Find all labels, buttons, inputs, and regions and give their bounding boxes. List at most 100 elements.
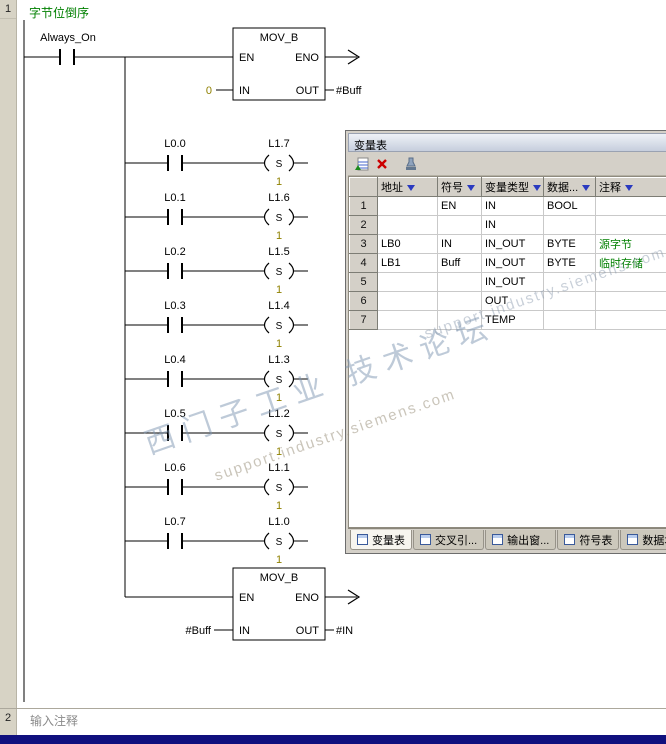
set-coil[interactable]: S [263, 154, 295, 172]
tab-cross-reference[interactable]: 交叉引... [413, 530, 485, 550]
stamp-button[interactable] [401, 154, 420, 173]
cell-symbol[interactable] [437, 215, 482, 235]
coil-op: S [276, 537, 283, 548]
sort-icon [533, 185, 541, 192]
always-on-label: Always_On [40, 32, 96, 44]
no-contact[interactable] [167, 263, 183, 279]
row-number[interactable]: 5 [349, 272, 378, 292]
cell-datatype[interactable]: BOOL [543, 196, 596, 216]
network2-comment-placeholder[interactable]: 输入注释 [30, 712, 78, 729]
cell-symbol[interactable] [437, 272, 482, 292]
variable-table-titlebar[interactable]: 变量表 [348, 133, 666, 152]
no-contact[interactable] [167, 209, 183, 225]
no-contact[interactable] [167, 317, 183, 333]
cell-vartype[interactable]: OUT [481, 291, 544, 311]
insert-row-button[interactable] [352, 154, 371, 173]
no-contact[interactable] [167, 155, 183, 171]
cell-comment[interactable] [595, 215, 666, 235]
always-on-contact[interactable] [59, 49, 75, 65]
cell-address[interactable] [377, 196, 438, 216]
cell-comment[interactable]: 源字节 [595, 234, 666, 254]
cell-address[interactable] [377, 291, 438, 311]
coil-op: S [276, 429, 283, 440]
col-header-datatype[interactable]: 数据... [543, 177, 596, 197]
cell-datatype[interactable]: BYTE [543, 253, 596, 273]
cell-vartype[interactable]: IN [481, 196, 544, 216]
coil-op: S [276, 321, 283, 332]
cell-comment[interactable]: 临时存储 [595, 253, 666, 273]
no-contact[interactable] [167, 425, 183, 441]
cell-vartype[interactable]: IN_OUT [481, 272, 544, 292]
row-number[interactable]: 7 [349, 310, 378, 330]
cell-comment[interactable] [595, 272, 666, 292]
box-title: MOV_B [260, 572, 299, 584]
row-number[interactable]: 2 [349, 215, 378, 235]
tab-variable-table[interactable]: 变量表 [350, 530, 412, 550]
no-contact[interactable] [167, 479, 183, 495]
cell-vartype[interactable]: IN_OUT [481, 253, 544, 273]
mov-bottom-out-operand[interactable]: #IN [336, 625, 353, 637]
table-row: 3 LB0 IN IN_OUT BYTE 源字节 [349, 234, 666, 254]
set-coil[interactable]: S [263, 424, 295, 442]
row-number[interactable]: 3 [349, 234, 378, 254]
cell-address[interactable] [377, 272, 438, 292]
cell-address[interactable] [377, 215, 438, 235]
network1-number: 1 [0, 3, 16, 19]
cell-datatype[interactable] [543, 310, 596, 330]
cell-datatype[interactable] [543, 215, 596, 235]
set-coil[interactable]: S [263, 370, 295, 388]
set-coil[interactable]: S [263, 262, 295, 280]
cell-symbol[interactable] [437, 291, 482, 311]
set-coil[interactable]: S [263, 532, 295, 550]
contact-label: L0.5 [164, 408, 185, 420]
col-header-comment[interactable]: 注释 [595, 177, 666, 197]
rung-branch: L0.7 S L1.0 1 [125, 516, 308, 566]
no-contact[interactable] [167, 533, 183, 549]
rung-branch: L0.0 S L1.7 1 [125, 138, 308, 188]
cell-symbol[interactable]: IN [437, 234, 482, 254]
no-contact[interactable] [167, 371, 183, 387]
mov-bottom-in-operand[interactable]: #Buff [186, 625, 212, 637]
contact-label: L0.2 [164, 246, 185, 258]
mov-top-out-operand[interactable]: #Buff [336, 85, 362, 97]
cell-vartype[interactable]: IN_OUT [481, 234, 544, 254]
cell-address[interactable]: LB1 [377, 253, 438, 273]
bottom-bar [0, 735, 666, 744]
mov-top-in-operand[interactable]: 0 [206, 85, 212, 97]
set-coil[interactable]: S [263, 208, 295, 226]
cell-datatype[interactable]: BYTE [543, 234, 596, 254]
coil-label: L1.2 [268, 408, 289, 420]
tab-symbol-table[interactable]: 符号表 [557, 530, 620, 550]
sort-icon [582, 185, 591, 192]
cell-comment[interactable] [595, 310, 666, 330]
col-header-vartype[interactable]: 变量类型 [481, 177, 544, 197]
network1-title[interactable]: 字节位倒序 [29, 4, 89, 21]
cell-symbol[interactable]: Buff [437, 253, 482, 273]
col-header-address[interactable]: 地址 [377, 177, 438, 197]
variable-table-window: 变量表 地址 符号 变量类型 数据... 注释 1 EN IN BOOL 2 I… [345, 130, 666, 554]
tab-output-window[interactable]: 输出窗... [485, 530, 557, 550]
cell-datatype[interactable] [543, 272, 596, 292]
set-coil[interactable]: S [263, 316, 295, 334]
cell-vartype[interactable]: TEMP [481, 310, 544, 330]
cell-address[interactable]: LB0 [377, 234, 438, 254]
col-header-label: 地址 [381, 182, 403, 194]
cell-datatype[interactable] [543, 291, 596, 311]
tab-label: 符号表 [579, 534, 613, 547]
mov-b-box-bottom[interactable]: MOV_B EN ENO IN OUT [232, 567, 326, 641]
row-number[interactable]: 4 [349, 253, 378, 273]
cell-comment[interactable] [595, 291, 666, 311]
cell-symbol[interactable]: EN [437, 196, 482, 216]
delete-row-button[interactable] [372, 154, 391, 173]
row-number[interactable]: 1 [349, 196, 378, 216]
cell-address[interactable] [377, 310, 438, 330]
cell-symbol[interactable] [437, 310, 482, 330]
variable-table-toolbar [348, 152, 666, 176]
set-coil[interactable]: S [263, 478, 295, 496]
mov-b-box-top[interactable]: MOV_B EN ENO IN OUT [232, 27, 326, 101]
row-number[interactable]: 6 [349, 291, 378, 311]
col-header-symbol[interactable]: 符号 [437, 177, 482, 197]
tab-data-block[interactable]: 数据块 [620, 530, 666, 550]
cell-comment[interactable] [595, 196, 666, 216]
cell-vartype[interactable]: IN [481, 215, 544, 235]
